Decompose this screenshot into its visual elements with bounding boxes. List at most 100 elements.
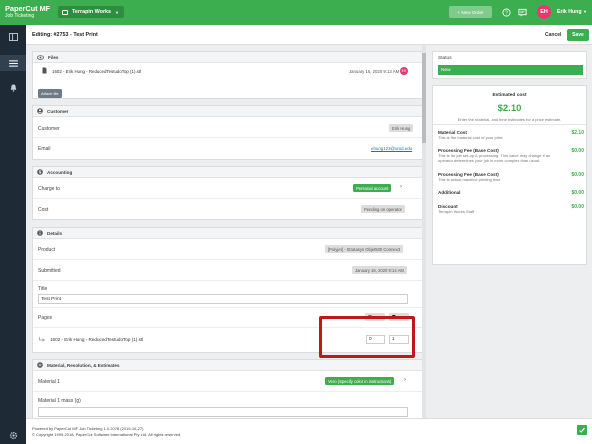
cost-line-processing: Processing Fee (Base Cost) This is for j… [438, 148, 584, 163]
footer-version: Powered by PaperCut MF Job Ticketing 1.0… [32, 426, 144, 431]
cost-line-machine: Processing Fee (Base Cost) This is actua… [438, 172, 584, 182]
cost-row: Cost Pending on operator [33, 199, 426, 220]
chevron-right-icon[interactable]: › [400, 184, 402, 190]
organization-icon [62, 9, 68, 15]
cost-line-value: $0.00 [571, 148, 584, 154]
files-card: Files 1602 - Erik Hung - ReducedTestudoT… [32, 51, 426, 99]
scrollbar-thumb[interactable] [422, 53, 426, 143]
email-label: Email [38, 146, 51, 152]
material-card: Material, Resolution, & Estimates Materi… [32, 359, 426, 418]
accounting-card: $ Accounting Charge to Personal account … [32, 166, 426, 220]
page-title: Editing: #2753 - Test Print [32, 32, 98, 38]
cost-value: Pending on operator [361, 205, 405, 213]
material-mass-input[interactable] [38, 407, 408, 417]
material-row[interactable]: Material 1 Vero (Specify color in instru… [33, 371, 426, 392]
estimate-amount: $2.10 [497, 103, 522, 114]
material-mass-label: Material 1 mass (g) [38, 398, 81, 404]
footer-copyright: © Copyright 1999-2018, PaperCut Software… [32, 432, 182, 437]
bell-icon [10, 84, 16, 92]
product-value: [Polyjet] - Stratasys Objet500 Connex3 [325, 245, 404, 253]
dollar-icon: $ [37, 169, 43, 175]
title-row: Title Test Print [33, 281, 426, 308]
submitted-value: January 16, 2020 9:14 AM [352, 266, 407, 274]
new-order-button[interactable]: + New Order [449, 6, 492, 18]
submitted-row: Submitted January 16, 2020 9:14 AM [33, 260, 426, 281]
file-date: January 16, 2020 9:13 AM [349, 69, 400, 74]
status-panel: Status New [432, 51, 587, 79]
product-row: Product [Polyjet] - Stratasys Objet500 C… [33, 239, 426, 260]
estimate-panel: Estimated cost $2.10 Enter the material,… [432, 85, 587, 265]
email-link[interactable]: ehung123@umd.edu [371, 146, 412, 151]
annotation-highlight-box [319, 316, 415, 358]
cost-line-value: $0.00 [571, 172, 584, 178]
cost-line-title: Additional [438, 190, 461, 195]
charge-to-row[interactable]: Charge to Personal account › [33, 178, 426, 199]
user-name: Erik Hung [557, 9, 582, 15]
list-icon [8, 59, 18, 67]
accounting-heading: Accounting [47, 169, 73, 175]
charge-label: Charge to [38, 186, 60, 192]
title-input[interactable]: Test Print [38, 294, 408, 304]
edit-header: Editing: #2753 - Test Print Cancel Save [26, 25, 592, 45]
user-icon [37, 108, 43, 114]
page-file-name: 1602 - Erik Hung - ReducedTestudoTop (1)… [50, 337, 144, 342]
nav-orders[interactable] [0, 55, 26, 71]
brand-title: PaperCut MF [5, 4, 51, 13]
cost-line-value: $2.10 [571, 130, 584, 136]
main-content: Files 1602 - Erik Hung - ReducedTestudoT… [26, 45, 426, 418]
cost-line-material: Material Cost This is the material cost … [438, 130, 584, 140]
info-icon [37, 230, 43, 236]
customer-heading: Customer [47, 108, 69, 114]
file-name[interactable]: 1602 - Erik Hung - ReducedTestudoTop (1)… [52, 69, 141, 74]
customer-label: Customer [38, 126, 60, 132]
chevron-down-icon: ▼ [582, 9, 587, 14]
sub-item-arrow-icon [39, 337, 45, 342]
estimate-divider [433, 124, 586, 125]
cost-line-value: $0.00 [571, 190, 584, 196]
customer-value: Erik Hung [389, 124, 414, 132]
pages-label: Pages [38, 315, 53, 321]
cost-line-desc: Terrapin Works Staff [438, 209, 475, 214]
estimate-heading: Estimated cost [492, 93, 527, 98]
material-label: Material 1 [38, 379, 60, 385]
footer: Powered by PaperCut MF Job Ticketing 1.0… [26, 418, 592, 444]
save-button[interactable]: Save [567, 29, 589, 41]
messages-icon[interactable] [517, 7, 527, 17]
list-bullets-icon [37, 362, 43, 368]
file-icon [42, 67, 47, 74]
material-heading: Material, Resolution, & Estimates [47, 362, 120, 368]
product-label: Product [38, 247, 56, 253]
cost-line-desc: This is the material cost of your print. [438, 135, 504, 140]
details-heading: Details [47, 230, 63, 236]
title-label: Title [38, 286, 48, 292]
customer-card: Customer Customer Erik Hung Email ehung1… [32, 105, 426, 160]
cost-line-desc: This is actual machine printing time [438, 177, 501, 182]
cost-line-desc: This is for job set-up & processing. Thi… [438, 153, 551, 163]
status-value[interactable]: New [438, 65, 583, 75]
main-scrollbar[interactable] [422, 45, 426, 418]
estimate-hint: Enter the material, and time estimates f… [457, 117, 562, 122]
cost-line-value: $0.00 [571, 204, 584, 210]
brand-logo[interactable]: PaperCut MF Job Ticketing [5, 5, 50, 19]
files-heading: Files [48, 54, 59, 60]
nav-settings[interactable] [0, 427, 26, 443]
help-icon[interactable]: ? [501, 7, 511, 17]
file-entry[interactable]: 1602 - Erik Hung - ReducedTestudoTop (1)… [33, 63, 426, 79]
user-avatar[interactable]: EH [537, 5, 551, 19]
chat-icon[interactable] [577, 425, 587, 435]
material-value[interactable]: Vero (Specify color in instructions) [325, 377, 395, 385]
status-heading: Status [438, 56, 452, 61]
organization-name: Terrapin Works [72, 9, 112, 15]
cancel-button[interactable]: Cancel [545, 32, 561, 38]
customer-row: Customer Erik Hung [33, 117, 426, 138]
organization-switcher[interactable]: Terrapin Works ▼ [58, 6, 124, 18]
charge-value[interactable]: Personal account [353, 184, 392, 192]
material-mass-row: Material 1 mass (g) [33, 392, 426, 418]
nav-notifications[interactable] [0, 80, 26, 96]
user-menu[interactable]: Erik Hung ▼ [557, 9, 587, 15]
top-bar: PaperCut MF Job Ticketing Terrapin Works… [0, 0, 592, 25]
nav-panel-toggle[interactable] [0, 29, 26, 45]
attach-file-button[interactable]: Attach file [38, 89, 62, 98]
chevron-right-icon[interactable]: › [404, 377, 406, 383]
submitted-label: Submitted [38, 268, 61, 274]
